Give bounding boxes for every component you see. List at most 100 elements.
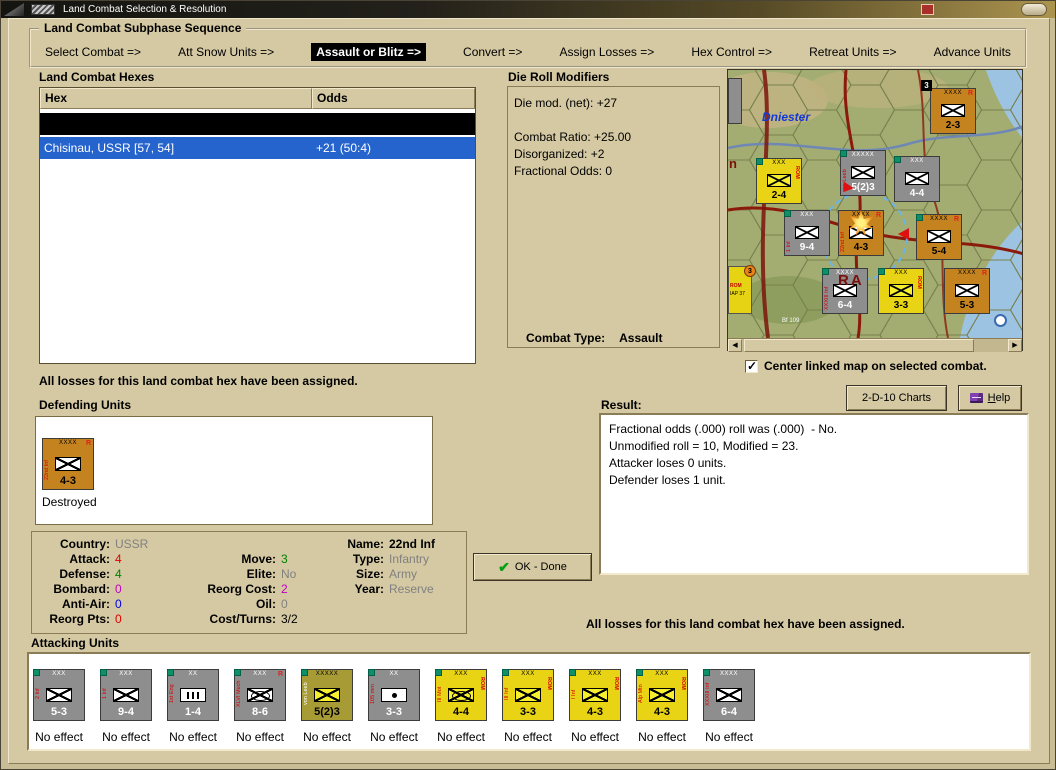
- title-bar[interactable]: Land Combat Selection & Resolution: [1, 1, 1055, 18]
- map-horizontal-scrollbar[interactable]: [728, 338, 1022, 352]
- losses-assigned-message: All losses for this land combat hex have…: [39, 374, 358, 388]
- unit-cell: XXX III Inf ROM 3-3 No effect: [502, 669, 554, 744]
- nationality-label: ROM: [680, 677, 686, 690]
- unit-cell: XX 1st Eng 1-4 No effect: [167, 669, 219, 744]
- map-label: Dniester: [762, 110, 811, 124]
- air-unit-counter[interactable]: 3 ROM IAP 37: [728, 265, 756, 314]
- detail-label: Elite:: [246, 567, 276, 581]
- ok-done-button[interactable]: ✔ OK - Done: [473, 553, 592, 581]
- charts-button[interactable]: 2-D-10 Charts: [846, 385, 947, 411]
- table-row[interactable]: Chisinau, USSR [57, 54] +21 (50:4): [40, 137, 475, 159]
- scroll-right-button[interactable]: [1008, 339, 1022, 352]
- unit-type-symbol: [46, 688, 72, 702]
- table-header: Hex Odds: [40, 88, 475, 109]
- titlebar-menu-button[interactable]: [1021, 3, 1047, 16]
- center-map-checkbox[interactable]: [745, 359, 758, 373]
- attacking-unit-counter[interactable]: XXX 1 Inf 9-4: [100, 669, 152, 721]
- detail-value: 2: [281, 582, 288, 596]
- combat-hexes-table: Hex Odds Chisinau, USSR [57, 54] +21 (50…: [39, 87, 476, 364]
- attacking-unit-counter[interactable]: XXXX XXXIII Inf 6-4: [703, 669, 755, 721]
- unit-detail-panel: Country: USSR Attack: 4 Defense: 4 Bomba…: [31, 531, 467, 634]
- detail-label: Type:: [352, 552, 384, 566]
- unit-type-symbol: [448, 688, 474, 702]
- map-unit-counter[interactable]: XXX 4-4: [894, 156, 940, 202]
- unit-strength-label: 5-3: [51, 706, 67, 718]
- help-button[interactable]: Help: [958, 385, 1022, 411]
- unit-strength-label: 6-4: [837, 300, 853, 311]
- detail-row: Oil: 0: [184, 597, 340, 612]
- result-section-title: Result:: [601, 398, 642, 412]
- unit-type-symbol: [767, 174, 791, 187]
- column-header-odds: Odds: [312, 88, 475, 109]
- detail-row: Size: Army: [340, 567, 460, 582]
- reserve-marker: R: [85, 440, 91, 447]
- unit-type-symbol: [381, 688, 407, 702]
- map-marker-icon: [994, 314, 1007, 327]
- hex-cell: Chisinau, USSR [57, 54]: [44, 141, 175, 155]
- table-row[interactable]: [40, 113, 475, 135]
- scroll-left-button[interactable]: [728, 339, 742, 352]
- subphase-step: Advance Units: [933, 45, 1011, 59]
- attacking-unit-counter[interactable]: XXX III Mot ROM 4-4: [435, 669, 487, 721]
- attacking-unit-counter[interactable]: XXX 2 Inf 5-3: [33, 669, 85, 721]
- attacking-unit-counter[interactable]: XX 1st Eng 1-4: [167, 669, 219, 721]
- table-body: Chisinau, USSR [57, 54] +21 (50:4): [40, 109, 475, 159]
- unit-strength-label: 2-4: [771, 190, 787, 201]
- attacking-unit-counter[interactable]: XXX R XLVI Mech 8-6: [234, 669, 286, 721]
- titlebar-red-button[interactable]: [921, 4, 934, 15]
- scrollbar-track[interactable]: [974, 339, 1008, 352]
- map-unit-counter[interactable]: XXX ROM 2-4: [756, 158, 802, 204]
- modifier-line: Disorganized: +2: [514, 147, 605, 161]
- map-unit-counter[interactable]: XXXX R 2-3: [930, 88, 976, 134]
- map-unit-counter[interactable]: XXXX R 5-4: [916, 214, 962, 260]
- unit-strength-label: 1-4: [185, 706, 201, 718]
- subphase-step: Att Snow Units =>: [178, 45, 275, 59]
- defending-units-panel: XXXX R 22nd Inf 4-3 Destroyed: [35, 416, 433, 525]
- unit-name-label: I Inf: [571, 689, 577, 699]
- map-unit-counter[interactable]: XXX ROM 3-3: [878, 268, 924, 314]
- modifier-line: Combat Ratio: +25.00: [514, 130, 632, 144]
- unit-type-symbol: [515, 688, 541, 702]
- detail-value: 0: [115, 582, 122, 596]
- map-unit-counter[interactable]: XXX 1 Inf 9-4: [784, 210, 830, 256]
- air-unit-name: IAP 37: [730, 291, 745, 297]
- app-window: Land Combat Selection & Resolution Land …: [0, 0, 1056, 770]
- unit-type-symbol: [582, 688, 608, 702]
- attacking-unit-counter[interactable]: XXX I Inf ROM 4-3: [569, 669, 621, 721]
- unit-name-label: III Inf: [504, 687, 510, 701]
- unit-type-symbol: [247, 688, 273, 702]
- result-line: Unmodified roll = 10, Modified = 23.: [609, 439, 799, 453]
- subphase-step: Retreat Units =>: [809, 45, 897, 59]
- defending-unit-counter[interactable]: XXXX R 22nd Inf 4-3: [42, 438, 94, 490]
- attack-arrow-icon: [898, 228, 909, 240]
- detail-value: 22nd Inf: [389, 537, 436, 551]
- losses-assigned-message: All losses for this land combat hex have…: [586, 617, 905, 631]
- nationality-label: ROM: [546, 677, 552, 690]
- help-button-label: Help: [987, 392, 1011, 404]
- window-icon: [31, 4, 55, 15]
- check-icon: ✔: [498, 559, 510, 575]
- map-label: n: [729, 156, 737, 171]
- map-view[interactable]: XXXX R 2-3 XXX ROM 2-4 XXXXX von Leeb 5(…: [727, 69, 1023, 352]
- map-unit-counter[interactable]: XXXX R 5-3: [944, 268, 990, 314]
- modifier-line: [514, 112, 713, 129]
- unit-strength-label: 3-3: [386, 706, 402, 718]
- detail-value: USSR: [115, 537, 149, 551]
- unit-type-symbol: [927, 230, 951, 243]
- unit-effect-label: No effect: [102, 730, 150, 744]
- unit-effect-label: No effect: [35, 730, 83, 744]
- modifier-line: Die mod. (net): +27: [514, 96, 618, 110]
- reserve-marker: R: [277, 671, 283, 678]
- unit-name-label: von Leeb: [303, 682, 309, 706]
- map-canvas[interactable]: XXXX R 2-3 XXX ROM 2-4 XXXXX von Leeb 5(…: [728, 70, 1022, 338]
- attacking-unit-counter[interactable]: XXXXX von Leeb 5(2)3: [301, 669, 353, 721]
- window-corner-icon: [4, 3, 24, 16]
- unit-effect-label: No effect: [571, 730, 619, 744]
- unit-name-label: 1st Eng: [169, 684, 175, 704]
- attacking-unit-counter[interactable]: XXX Alp Mtn ROM 4-3: [636, 669, 688, 721]
- attacking-unit-counter[interactable]: XX 105 mm 3-3: [368, 669, 420, 721]
- attacking-unit-counter[interactable]: XXX III Inf ROM 3-3: [502, 669, 554, 721]
- map-label: Bf 109: [782, 318, 800, 324]
- detail-label: Oil:: [256, 597, 276, 611]
- scrollbar-thumb[interactable]: [744, 339, 974, 352]
